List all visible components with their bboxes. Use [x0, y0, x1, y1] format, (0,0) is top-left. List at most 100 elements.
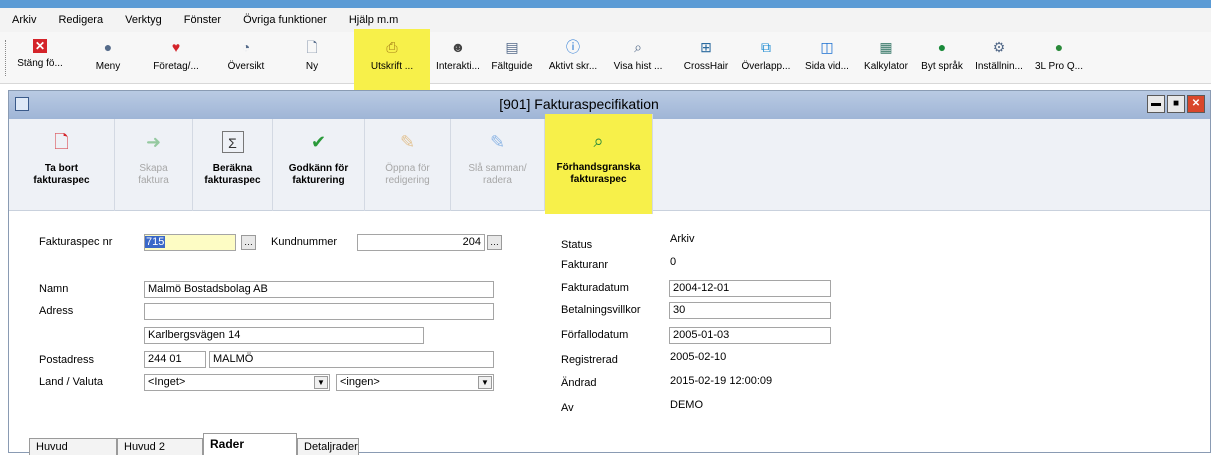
toolbar-language-button[interactable]: ● Byt språk: [917, 36, 967, 82]
menu-ovriga-funktioner[interactable]: Övriga funktioner: [243, 14, 327, 26]
top-accent-strip: [0, 0, 1211, 8]
delete-invoice-spec-button[interactable]: 🗋 Ta bort fakturaspec: [9, 119, 115, 211]
tab-huvud[interactable]: Huvud: [29, 438, 117, 455]
av-value: DEMO: [670, 399, 703, 411]
toolbar-crosshair-button[interactable]: ⊞ CrossHair: [681, 36, 731, 82]
fakturaspec-nr-lookup-button[interactable]: …: [241, 235, 256, 250]
ribbon-label: Beräkna fakturaspec: [204, 163, 261, 186]
adress-line1-field[interactable]: [144, 303, 494, 320]
postnummer-field[interactable]: 244 01: [144, 351, 206, 368]
postadress-label: Postadress: [39, 354, 95, 366]
new-document-icon: 🗋: [306, 39, 318, 55]
sum-icon: Σ: [221, 131, 244, 153]
maximize-icon: ■: [1172, 98, 1180, 109]
toolbar-grip[interactable]: [5, 40, 8, 76]
toolbar-foretag-button[interactable]: ♥ Företag/...: [145, 36, 207, 82]
menu-redigera[interactable]: Redigera: [58, 14, 103, 26]
fakturaspec-nr-field[interactable]: 715: [144, 234, 236, 251]
toolbar-new-button[interactable]: 🗋 Ny: [296, 36, 328, 82]
adress-line2-field[interactable]: Karlbergsvägen 14: [144, 327, 424, 344]
close-icon: ✕: [33, 39, 47, 53]
betalningsvillkor-value: 30: [673, 304, 686, 316]
kundnummer-label: Kundnummer: [271, 236, 338, 248]
toolbar-label: CrossHair: [683, 61, 729, 72]
preview-invoice-spec-button[interactable]: ⌕ Förhandsgranska fakturaspec: [545, 114, 653, 214]
printer-icon: ⎙: [386, 39, 398, 55]
registrerad-value: 2005-02-10: [670, 351, 727, 363]
kundnummer-value: 204: [462, 236, 481, 248]
toolbar-interaktion-button[interactable]: ☻ Interakti...: [432, 36, 484, 82]
merge-icon: ✎: [489, 132, 506, 152]
tab-detaljrader[interactable]: Detaljrader: [297, 438, 359, 455]
valuta-dropdown-button[interactable]: ▼: [478, 376, 492, 389]
toolbar-label: Aktivt skr...: [548, 61, 598, 72]
toolbar-close-button[interactable]: ✕ Stäng fö...: [12, 36, 68, 82]
approve-for-invoicing-button[interactable]: ✔ Godkänn för fakturering: [273, 119, 365, 211]
toolbar-overlapp-button[interactable]: ⧉ Överlapp...: [739, 36, 793, 82]
field-guide-icon: ▤: [505, 39, 519, 55]
ribbon-label: Förhandsgranska fakturaspec: [556, 162, 641, 185]
tab-huvud-2[interactable]: Huvud 2: [117, 438, 203, 455]
menu-icon: ●: [103, 39, 113, 55]
status-label: Status: [561, 239, 593, 251]
overview-icon: ◔: [241, 39, 251, 55]
toolbar-label: Fältguide: [491, 61, 533, 72]
menu-bar: Arkiv Redigera Verktyg Fönster Övriga fu…: [0, 8, 1211, 32]
toolbar-label: 3L Pro Q...: [1035, 61, 1083, 72]
menu-hjalp[interactable]: Hjälp m.m: [349, 14, 399, 26]
toolbar-menu-button[interactable]: ● Meny: [86, 36, 130, 82]
edit-open-icon: ✎: [399, 132, 416, 152]
close-window-button[interactable]: ✕: [1187, 95, 1205, 113]
toolbar-label: Interakti...: [436, 61, 480, 72]
toolbar-label: Översikt: [227, 61, 265, 72]
maximize-button[interactable]: ■: [1167, 95, 1185, 113]
open-for-editing-button[interactable]: ✎ Öppna för redigering: [365, 119, 451, 211]
toolbar-oversikt-button[interactable]: ◔ Översikt: [223, 36, 269, 82]
land-dropdown-button[interactable]: ▼: [314, 376, 328, 389]
toolbar-settings-button[interactable]: ⚙ Inställnin...: [971, 36, 1027, 82]
ribbon: 🗋 Ta bort fakturaspec ➜ Skapa faktura Σ …: [9, 114, 1210, 214]
merge-delete-button[interactable]: ✎ Slå samman/ radera: [451, 119, 545, 211]
forfallodatum-field[interactable]: 2005-01-03: [669, 327, 831, 344]
valuta-select[interactable]: <ingen>: [336, 374, 494, 391]
toolbar-label: Överlapp...: [741, 61, 791, 72]
main-toolbar: ✕ Stäng fö... ● Meny ♥ Företag/... ◔ Öve…: [0, 29, 1211, 102]
fakturadatum-field[interactable]: 2004-12-01: [669, 280, 831, 297]
ort-field[interactable]: MALMÖ: [209, 351, 494, 368]
kundnummer-field[interactable]: 204: [357, 234, 485, 251]
invoice-spec-window: [901] Fakturaspecifikation ▬ ■ ✕ 🗋 Ta bo…: [8, 90, 1211, 455]
minimize-icon: ▬: [1151, 98, 1161, 109]
betalningsvillkor-field[interactable]: 30: [669, 302, 831, 319]
create-invoice-button[interactable]: ➜ Skapa faktura: [115, 119, 193, 211]
valuta-value: <ingen>: [340, 376, 380, 388]
ribbon-label: Slå samman/ radera: [468, 163, 527, 186]
toolbar-label: Kalkylator: [864, 61, 908, 72]
delete-icon: 🗋: [54, 132, 69, 152]
toolbar-faltguide-button[interactable]: ▤ Fältguide: [486, 36, 538, 82]
ribbon-label: Godkänn för fakturering: [288, 163, 349, 186]
menu-arkiv[interactable]: Arkiv: [12, 14, 36, 26]
tab-rader[interactable]: Rader: [203, 433, 297, 455]
menu-fonster[interactable]: Fönster: [184, 14, 221, 26]
toolbar-history-button[interactable]: ⌕ Visa hist ...: [608, 36, 668, 82]
info-icon: ⓘ: [566, 39, 580, 55]
forfallodatum-value: 2005-01-03: [673, 329, 730, 341]
calculate-invoice-spec-button[interactable]: Σ Beräkna fakturaspec: [193, 119, 273, 211]
ellipsis-icon: …: [490, 237, 499, 247]
land-select[interactable]: <Inget>: [144, 374, 330, 391]
toolbar-pro-button[interactable]: ● 3L Pro Q...: [1031, 36, 1087, 82]
ellipsis-icon: …: [244, 237, 253, 247]
toolbar-label: Meny: [95, 61, 121, 72]
forfallodatum-label: Förfallodatum: [561, 329, 629, 341]
menu-verktyg[interactable]: Verktyg: [125, 14, 162, 26]
toolbar-side-by-side-button[interactable]: ◫ Sida vid...: [802, 36, 852, 82]
preview-icon: ⌕: [593, 131, 604, 151]
ribbon-label: Ta bort fakturaspec: [33, 163, 90, 186]
land-valuta-label: Land / Valuta: [39, 376, 104, 388]
andrad-value: 2015-02-19 12:00:09: [670, 375, 773, 387]
minimize-button[interactable]: ▬: [1147, 95, 1165, 113]
toolbar-calculator-button[interactable]: ▦ Kalkylator: [860, 36, 912, 82]
kundnummer-lookup-button[interactable]: …: [487, 235, 502, 250]
toolbar-aktivt-button[interactable]: ⓘ Aktivt skr...: [540, 36, 606, 82]
namn-field[interactable]: Malmö Bostadsbolag AB: [144, 281, 494, 298]
